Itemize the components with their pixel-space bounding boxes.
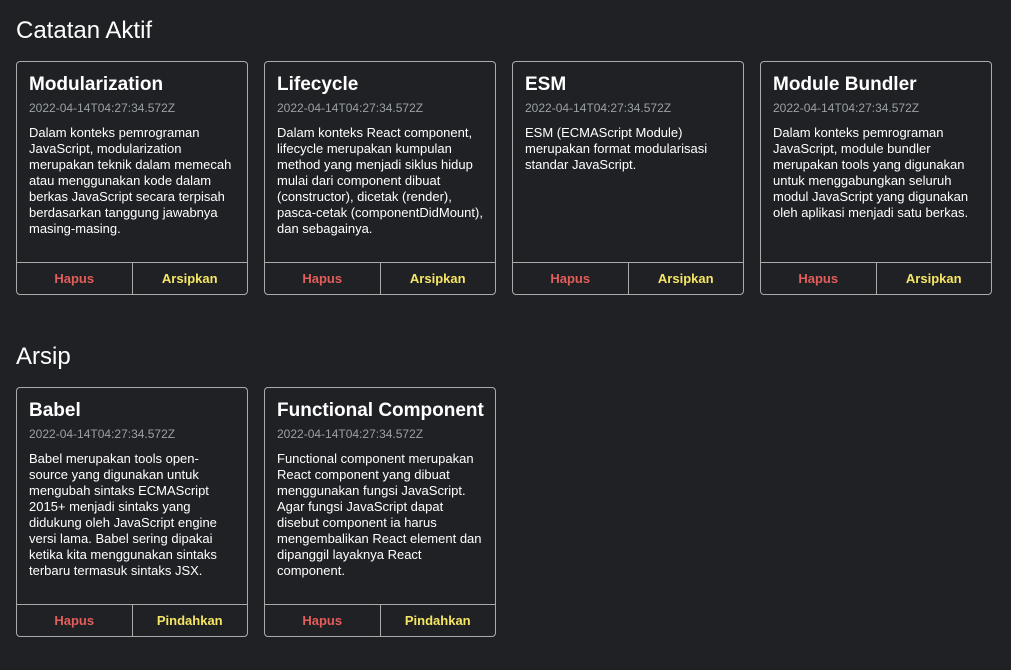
- note-card: Babel 2022-04-14T04:27:34.572Z Babel mer…: [16, 387, 248, 637]
- note-text: Babel merupakan tools open-source yang d…: [29, 451, 217, 578]
- note-date: 2022-04-14T04:27:34.572Z: [525, 101, 672, 115]
- note-date: 2022-04-14T04:27:34.572Z: [29, 427, 176, 441]
- note-body: Babel 2022-04-14T04:27:34.572Z Babel mer…: [17, 388, 247, 604]
- note-body: Module Bundler 2022-04-14T04:27:34.572Z …: [761, 62, 991, 262]
- note-body: Functional Component 2022-04-14T04:27:34…: [265, 388, 495, 604]
- archive-button[interactable]: Arsipkan: [627, 263, 744, 294]
- note-body: Modularization 2022-04-14T04:27:34.572Z …: [17, 62, 247, 262]
- note-text: Dalam konteks React component, lifecycle…: [277, 125, 483, 236]
- delete-button[interactable]: Hapus: [513, 263, 628, 294]
- delete-button[interactable]: Hapus: [761, 263, 876, 294]
- unarchive-button[interactable]: Pindahkan: [379, 605, 496, 636]
- note-card: Functional Component 2022-04-14T04:27:34…: [264, 387, 496, 637]
- note-actions: Hapus Arsipkan: [265, 262, 495, 294]
- archive-button[interactable]: Arsipkan: [131, 263, 248, 294]
- archive-button[interactable]: Arsipkan: [875, 263, 992, 294]
- note-card: Module Bundler 2022-04-14T04:27:34.572Z …: [760, 61, 992, 295]
- note-text: Dalam konteks pemrograman JavaScript, mo…: [29, 125, 232, 236]
- note-actions: Hapus Pindahkan: [17, 604, 247, 636]
- note-actions: Hapus Arsipkan: [761, 262, 991, 294]
- unarchive-button[interactable]: Pindahkan: [131, 605, 248, 636]
- note-card: Modularization 2022-04-14T04:27:34.572Z …: [16, 61, 248, 295]
- note-card: ESM 2022-04-14T04:27:34.572Z ESM (ECMASc…: [512, 61, 744, 295]
- note-card: Lifecycle 2022-04-14T04:27:34.572Z Dalam…: [264, 61, 496, 295]
- archive-button[interactable]: Arsipkan: [379, 263, 496, 294]
- note-date: 2022-04-14T04:27:34.572Z: [773, 101, 920, 115]
- note-title: ESM: [525, 74, 567, 95]
- delete-button[interactable]: Hapus: [265, 263, 380, 294]
- note-body: ESM 2022-04-14T04:27:34.572Z ESM (ECMASc…: [513, 62, 743, 262]
- archived-notes-list: Babel 2022-04-14T04:27:34.572Z Babel mer…: [16, 387, 496, 637]
- note-date: 2022-04-14T04:27:34.572Z: [277, 427, 424, 441]
- archive-heading: Arsip: [16, 343, 71, 370]
- note-title: Babel: [29, 400, 81, 421]
- note-text: Dalam konteks pemrograman JavaScript, mo…: [773, 125, 969, 220]
- note-title: Module Bundler: [773, 74, 917, 95]
- note-actions: Hapus Arsipkan: [513, 262, 743, 294]
- note-title: Modularization: [29, 74, 164, 95]
- note-date: 2022-04-14T04:27:34.572Z: [277, 101, 424, 115]
- active-notes-list: Modularization 2022-04-14T04:27:34.572Z …: [16, 61, 992, 295]
- note-text: ESM (ECMAScript Module) merupakan format…: [525, 125, 708, 172]
- notes-page: Catatan Aktif Modularization 2022-04-14T…: [0, 0, 1011, 670]
- delete-button[interactable]: Hapus: [17, 605, 132, 636]
- note-body: Lifecycle 2022-04-14T04:27:34.572Z Dalam…: [265, 62, 495, 262]
- note-title: Functional Component: [277, 400, 484, 421]
- active-notes-heading: Catatan Aktif: [16, 17, 153, 44]
- note-actions: Hapus Arsipkan: [17, 262, 247, 294]
- note-actions: Hapus Pindahkan: [265, 604, 495, 636]
- note-title: Lifecycle: [277, 74, 359, 95]
- delete-button[interactable]: Hapus: [17, 263, 132, 294]
- note-date: 2022-04-14T04:27:34.572Z: [29, 101, 176, 115]
- note-text: Functional component merupakan React com…: [277, 451, 482, 578]
- delete-button[interactable]: Hapus: [265, 605, 380, 636]
